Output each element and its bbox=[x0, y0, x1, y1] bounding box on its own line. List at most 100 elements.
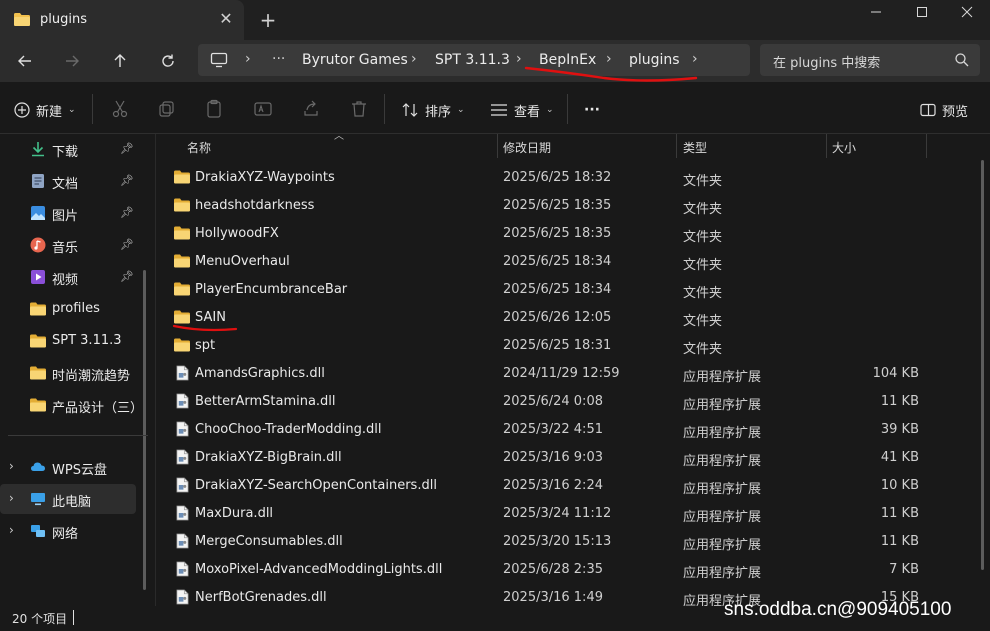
column-header-row: 名称 修改日期 类型 大小 bbox=[157, 134, 990, 158]
document-icon bbox=[32, 174, 44, 188]
sidebar-item-documents[interactable]: 文档 📌︎ bbox=[0, 166, 136, 196]
column-divider[interactable] bbox=[676, 134, 677, 158]
column-date[interactable]: 修改日期 bbox=[503, 139, 551, 156]
folder-row[interactable]: spt 2025/6/25 18:31 文件夹 bbox=[170, 332, 930, 360]
forward-arrow-icon[interactable] bbox=[59, 49, 85, 73]
column-divider[interactable] bbox=[926, 134, 927, 158]
file-row[interactable]: MaxDura.dll 2025/3/24 11:12 应用程序扩展 11 KB bbox=[170, 500, 930, 528]
maximize-icon[interactable] bbox=[899, 0, 945, 32]
tab-plugins[interactable]: plugins ✕ bbox=[0, 0, 244, 40]
file-row[interactable]: DrakiaXYZ-BigBrain.dll 2025/3/16 9:03 应用程序… bbox=[170, 444, 930, 472]
breadcrumb-byrutor-games[interactable]: Byrutor Games bbox=[302, 52, 408, 68]
file-type: 应用程序扩展 bbox=[683, 538, 762, 553]
folder-icon bbox=[14, 13, 30, 26]
folder-row[interactable]: MenuOverhaul 2025/6/25 18:34 文件夹 bbox=[170, 248, 930, 276]
preview-pane-icon bbox=[920, 103, 936, 117]
up-arrow-icon[interactable] bbox=[107, 49, 133, 73]
dll-file-icon bbox=[176, 365, 189, 381]
search-icon[interactable] bbox=[954, 52, 970, 68]
column-name[interactable]: 名称 bbox=[187, 139, 211, 156]
folder-icon bbox=[30, 398, 46, 412]
sort-button[interactable]: 排序 ⌄ bbox=[401, 100, 465, 120]
file-name: MenuOverhaul bbox=[195, 254, 290, 269]
file-size: 39 KB bbox=[880, 422, 919, 437]
file-row[interactable]: BetterArmStamina.dll 2025/6/24 0:08 应用程序扩展… bbox=[170, 388, 930, 416]
new-tab-icon[interactable]: + bbox=[258, 8, 278, 32]
file-type: 文件夹 bbox=[683, 202, 723, 217]
column-divider[interactable] bbox=[497, 134, 498, 158]
file-type: 文件夹 bbox=[683, 286, 723, 301]
chevron-right-icon[interactable]: › bbox=[9, 459, 14, 473]
breadcrumb-spt[interactable]: SPT 3.11.3 bbox=[435, 52, 510, 68]
file-row[interactable]: AmandsGraphics.dll 2024/11/29 12:59 应用程序扩展… bbox=[170, 360, 930, 388]
folder-row[interactable]: headshotdarkness 2025/6/25 18:35 文件夹 bbox=[170, 192, 930, 220]
search-box[interactable]: 在 plugins 中搜索 bbox=[760, 44, 980, 76]
toolbar-divider bbox=[384, 94, 385, 124]
file-type: 应用程序扩展 bbox=[683, 370, 762, 385]
rename-icon[interactable] bbox=[253, 99, 273, 119]
pin-icon: 📌︎ bbox=[120, 238, 134, 251]
preview-button[interactable]: 预览 bbox=[920, 100, 968, 120]
sidebar-item-pictures[interactable]: 图片 📌︎ bbox=[0, 198, 136, 228]
sidebar-scrollbar[interactable] bbox=[143, 270, 146, 590]
minimize-icon[interactable] bbox=[853, 0, 899, 32]
folder-row[interactable]: DrakiaXYZ-Waypoints 2025/6/25 18:32 文件夹 bbox=[170, 164, 930, 192]
dll-file-icon bbox=[176, 449, 189, 465]
sidebar-item-wps-cloud[interactable]: › WPS云盘 bbox=[0, 452, 136, 482]
back-arrow-icon[interactable] bbox=[12, 49, 38, 73]
file-type: 文件夹 bbox=[683, 258, 723, 273]
delete-icon[interactable] bbox=[349, 99, 369, 119]
tab-close-icon[interactable]: ✕ bbox=[216, 9, 236, 29]
chevron-down-icon: ⌄ bbox=[68, 105, 76, 115]
paste-icon[interactable] bbox=[204, 99, 224, 119]
breadcrumb-separator[interactable]: › bbox=[245, 51, 251, 67]
sidebar-item-spt[interactable]: SPT 3.11.3 bbox=[0, 326, 136, 356]
pc-icon[interactable] bbox=[210, 52, 228, 68]
file-date: 2025/6/25 18:32 bbox=[503, 170, 612, 185]
file-size: 104 KB bbox=[872, 366, 919, 381]
sidebar-item-profiles[interactable]: profiles bbox=[0, 294, 136, 324]
new-button[interactable]: 新建 ⌄ bbox=[14, 100, 76, 120]
ellipsis-icon[interactable]: ··· bbox=[272, 51, 285, 67]
file-row[interactable]: DrakiaXYZ-SearchOpenContainers.dll 2025/3… bbox=[170, 472, 930, 500]
pin-icon: 📌︎ bbox=[120, 270, 134, 283]
folder-row[interactable]: HollywoodFX 2025/6/25 18:35 文件夹 bbox=[170, 220, 930, 248]
file-size: 41 KB bbox=[880, 450, 919, 465]
sidebar-item-label: 文档 bbox=[52, 177, 79, 192]
cut-icon[interactable] bbox=[110, 99, 130, 119]
view-button[interactable]: 查看 ⌄ bbox=[490, 100, 554, 120]
share-icon[interactable] bbox=[301, 99, 321, 119]
folder-row[interactable]: PlayerEncumbranceBar 2025/6/25 18:34 文件夹 bbox=[170, 276, 930, 304]
toolbar-divider bbox=[567, 94, 568, 124]
file-row[interactable]: MoxoPixel-AdvancedModdingLights.dll 2025/… bbox=[170, 556, 930, 584]
sidebar-item-videos[interactable]: 视频 📌︎ bbox=[0, 262, 136, 292]
chevron-right-icon[interactable]: › bbox=[9, 523, 14, 537]
copy-icon[interactable] bbox=[157, 99, 177, 119]
chevron-right-icon[interactable]: › bbox=[9, 491, 14, 505]
sidebar-item-network[interactable]: › 网络 bbox=[0, 516, 136, 546]
sidebar-item-downloads[interactable]: 下载 📌︎ bbox=[0, 134, 136, 164]
file-list-scrollbar[interactable] bbox=[981, 160, 984, 570]
close-window-icon[interactable] bbox=[944, 0, 990, 32]
sidebar-item-fashion[interactable]: 时尚潮流趋势 bbox=[0, 358, 136, 388]
sidebar-item-label: WPS云盘 bbox=[52, 463, 107, 478]
file-row[interactable]: MergeConsumables.dll 2025/3/20 15:13 应用程序扩… bbox=[170, 528, 930, 556]
more-options-button[interactable]: ··· bbox=[584, 100, 600, 120]
refresh-icon[interactable] bbox=[155, 49, 181, 73]
sidebar-item-this-pc[interactable]: › 此电脑 bbox=[0, 484, 136, 514]
sidebar-item-label: 此电脑 bbox=[52, 495, 92, 510]
column-divider[interactable] bbox=[826, 134, 827, 158]
breadcrumb-separator[interactable]: › bbox=[516, 51, 522, 67]
column-size[interactable]: 大小 bbox=[832, 139, 856, 156]
search-placeholder: 在 plugins 中搜索 bbox=[773, 56, 881, 71]
sidebar-item-music[interactable]: 音乐 📌︎ bbox=[0, 230, 136, 260]
sidebar-item-product-design[interactable]: 产品设计（三） bbox=[0, 390, 143, 420]
sidebar-item-label: 下载 bbox=[52, 145, 79, 160]
preview-label: 预览 bbox=[942, 104, 969, 120]
file-size: 10 KB bbox=[880, 478, 919, 493]
column-type[interactable]: 类型 bbox=[683, 139, 707, 156]
file-row[interactable]: ChooChoo-TraderModding.dll 2025/3/22 4:51… bbox=[170, 416, 930, 444]
folder-row[interactable]: SAIN 2025/6/26 12:05 文件夹 bbox=[170, 304, 930, 332]
pin-icon: 📌︎ bbox=[120, 174, 134, 187]
breadcrumb-separator[interactable]: › bbox=[411, 51, 417, 67]
